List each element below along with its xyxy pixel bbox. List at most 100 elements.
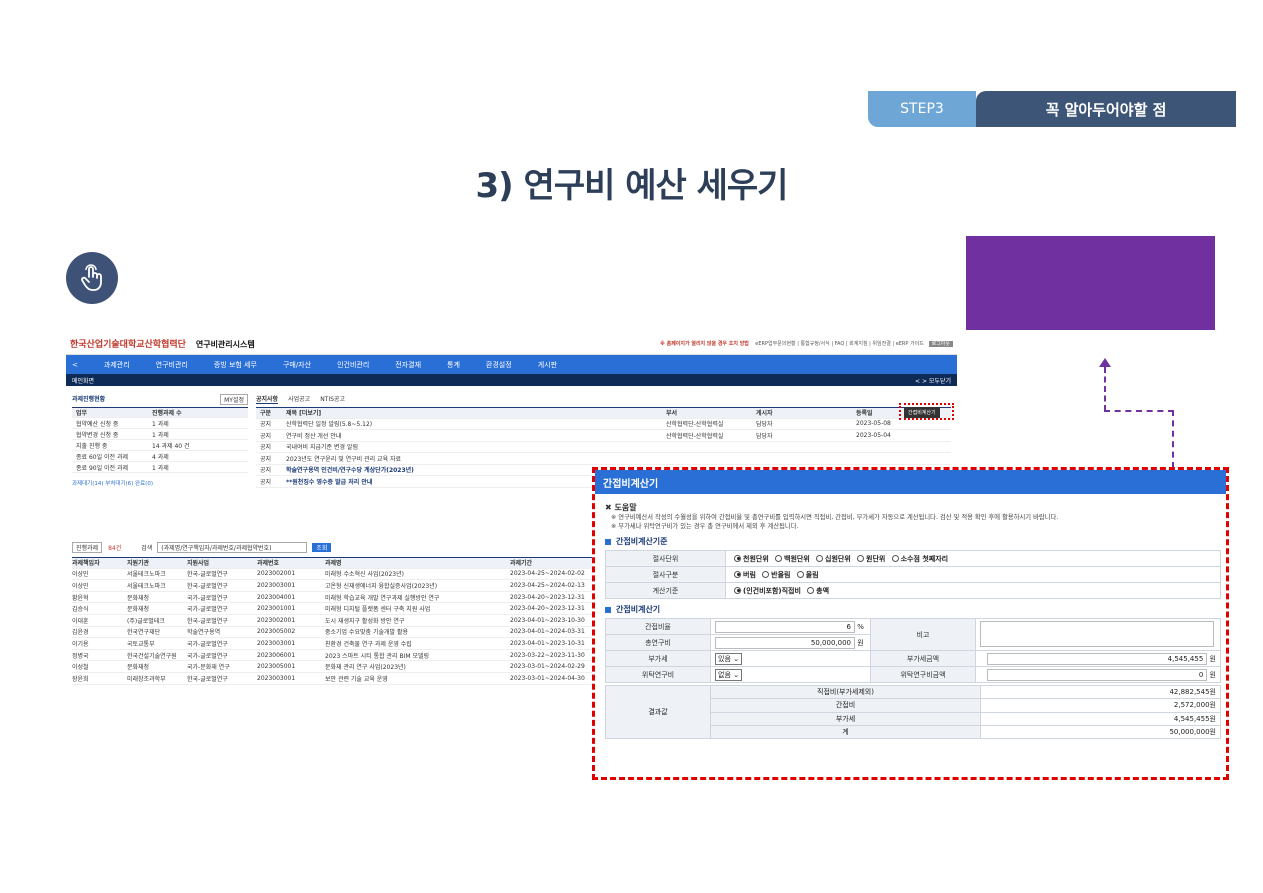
square-bullet-icon [605, 538, 611, 545]
dashed-connector [1172, 410, 1174, 468]
result-value: 2,572,000원 [980, 698, 1221, 713]
unit-label: % [857, 622, 864, 631]
row-label: 절사단위 [605, 550, 726, 567]
table-header: 구분 제목 [더보기] 부서 게시자 등록일 [256, 407, 951, 419]
hand-pointer-icon [66, 252, 118, 304]
nav-item[interactable]: 과제관리 [104, 360, 130, 370]
nav-item[interactable]: 전자결재 [395, 360, 421, 370]
popup-title: 간접비계산기 [595, 470, 1226, 494]
search-label: 검색 [141, 544, 153, 552]
purple-placeholder-box [966, 236, 1215, 330]
section-title: 간접비계산기준 [605, 536, 1218, 547]
table-row[interactable]: 협약변경 신청 중1 과제 [72, 429, 248, 440]
tab-main[interactable]: 메인화면 [72, 376, 94, 385]
result-value: 4,545,455원 [980, 711, 1221, 726]
rounding-type-options: 버림 반올림 올림 [725, 566, 1221, 583]
nav-item[interactable]: 통계 [447, 360, 460, 370]
row-label: 위탁연구비 [605, 666, 711, 683]
radio-button[interactable] [796, 570, 804, 578]
nav-item[interactable]: 환경설정 [486, 360, 512, 370]
tab-notice[interactable]: 공지사항 [256, 394, 279, 404]
help-line: ※ 연구비예산서 작성의 수월성을 위하여 간접비율 및 총연구비를 입력하시면… [611, 514, 1059, 521]
note-textarea[interactable] [980, 620, 1214, 647]
step-banner: STEP3 꼭 알아두어야할 점 [868, 91, 1236, 127]
erp-warning-link[interactable]: ※ 홈페이지가 열리지 않을 경우 조치 방법 [660, 341, 749, 347]
table-row[interactable]: 지출 진행 중 14 과제 40 건 [72, 440, 248, 451]
unit-label: 원 [1209, 654, 1216, 663]
row-label: 총연구비 [605, 634, 711, 651]
result-item-label: 부가세 [710, 711, 981, 726]
consign-select[interactable]: 없음 ⌄ [715, 668, 742, 681]
step-tag: STEP3 [868, 91, 976, 127]
tab-business[interactable]: 사업공고 [288, 394, 310, 404]
row-label: 부가세 [605, 650, 711, 667]
erp-util-links[interactable]: eERP업무문의현황 | 통합규정/서식 | FAQ | 회계지침 | 위임전결… [755, 341, 924, 347]
calculator-table: 간접비율 6 % 비고 총연구비 50,000,000 원 부가세 있음 ⌄ 부… [605, 618, 1221, 683]
close-x-icon: ✖ [605, 503, 612, 512]
nav-item[interactable]: 증빙 보험 세무 [214, 360, 257, 370]
status-select[interactable]: 진행과제 [72, 541, 103, 553]
criteria-table: 절사단위 천원단위 백원단위 십원단위 원단위 소수점 첫째자리 절사구분 버림… [605, 550, 1221, 599]
radio-button[interactable] [734, 570, 741, 578]
table-row[interactable]: 협약예산 신청 중1 과제 [72, 418, 248, 429]
erp-header: 한국산업기술대학교산학협력단 연구비관리시스템 ※ 홈페이지가 열리지 않을 경… [66, 333, 957, 355]
nav-back-icon[interactable]: < [72, 361, 78, 369]
radio-button[interactable] [734, 586, 741, 594]
radio-button[interactable] [857, 554, 864, 562]
row-label: 부가세금액 [870, 650, 976, 667]
result-table: 결과값 직접비(부가세제외) 42,882,545원 간접비 2,572,000… [605, 684, 1221, 740]
row-label: 간접비율 [605, 618, 711, 635]
help-title: ✖ 도움말 [605, 503, 637, 512]
nav-item[interactable]: 연구비관리 [156, 360, 188, 370]
unit-label: 원 [857, 638, 864, 647]
step-title: 꼭 알아두어야할 점 [976, 91, 1236, 127]
erp-logo: 한국산업기술대학교산학협력단 [70, 340, 186, 350]
result-label: 결과값 [605, 684, 711, 740]
calc-basis-options: (인건비포함)직접비 총액 [725, 582, 1221, 599]
indirect-rate-input[interactable]: 6 [715, 620, 855, 633]
table-header: 업무 진행과제 수 [72, 407, 248, 418]
total-budget-input[interactable]: 50,000,000 [715, 636, 855, 649]
vat-select[interactable]: 있음 ⌄ [715, 652, 742, 665]
project-status-panel: 과제진행현황 MY설정 업무 진행과제 수 협약예산 신청 중1 과제 협약변경 … [72, 394, 248, 488]
radio-button[interactable] [891, 554, 899, 562]
dashed-connector [1104, 367, 1106, 411]
tab-ntis[interactable]: NTIS공고 [320, 394, 345, 404]
table-row[interactable]: 종료 60일 이전 과제 4 과제 [72, 451, 248, 462]
arrow-up-icon [1099, 358, 1111, 367]
radio-button[interactable] [775, 554, 782, 562]
unit-label: 원 [1209, 670, 1216, 679]
radio-button[interactable] [807, 586, 815, 594]
tab-controls[interactable]: < > 모두닫기 [915, 376, 951, 385]
logout-button[interactable]: 로그아웃 [928, 341, 953, 347]
radio-button[interactable] [762, 570, 770, 578]
radio-button[interactable] [734, 554, 741, 562]
my-settings-button[interactable]: MY설정 [220, 394, 248, 405]
table-row[interactable]: 종료 90일 이전 과제 1 과제 [72, 462, 248, 473]
notice-tabs: 공지사항 사업공고 NTIS공고 [256, 394, 951, 404]
row-label: 절사구분 [605, 566, 726, 583]
help-line: ※ 부가세나 위탁연구비가 있는 경우 총 연구비에서 제외 후 계산됩니다. [611, 523, 799, 530]
vat-amount-field: 4,545,455 [987, 652, 1208, 665]
erp-main-nav: < 과제관리 연구비관리 증빙 보험 세무 구매/자산 인건비관리 전자결재 통… [66, 355, 957, 374]
table-row[interactable]: 공지 2023년도 연구윤리 및 연구비 관리 교육 자료 [256, 453, 951, 465]
nav-item[interactable]: 인건비관리 [337, 360, 369, 370]
result-item-label: 계 [710, 724, 981, 740]
table-row[interactable]: 공지 산학협력단 일정 알림(5.8~5.12) 산학협력단-산학협력실 담당자 202… [256, 419, 951, 430]
result-item-label: 간접비 [710, 698, 981, 713]
nav-item[interactable]: 구매/자산 [283, 360, 311, 370]
chevron-down-icon: ⌄ [733, 654, 739, 663]
row-label: 위탁연구비금액 [870, 666, 976, 683]
highlight-box [899, 403, 954, 420]
consign-amount-input[interactable]: 0 [987, 668, 1208, 681]
radio-button[interactable] [816, 554, 823, 562]
result-item-label: 직접비(부가세제외) [710, 684, 981, 700]
search-input[interactable]: (과제명/연구책임자/과제번호/과제협약번호) [157, 541, 308, 553]
search-button[interactable]: 조회 [312, 542, 332, 552]
status-legend: 과제대기(14) 부처대기(6) 완료(0) [72, 481, 153, 487]
erp-system-name: 연구비관리시스템 [195, 340, 255, 349]
table-row[interactable]: 공지 연구비 정산 개선 안내 산학협력단-산학협력실 담당자 2023-05-04 [256, 430, 951, 442]
indirect-calculator-popup: 간접비계산기 ✖ 도움말 ※ 연구비예산서 작성의 수월성을 위하여 간접비율 … [592, 467, 1229, 780]
nav-item[interactable]: 게시판 [538, 360, 557, 370]
table-row[interactable]: 공지 국내여비 지급기준 변경 알림 [256, 442, 951, 453]
